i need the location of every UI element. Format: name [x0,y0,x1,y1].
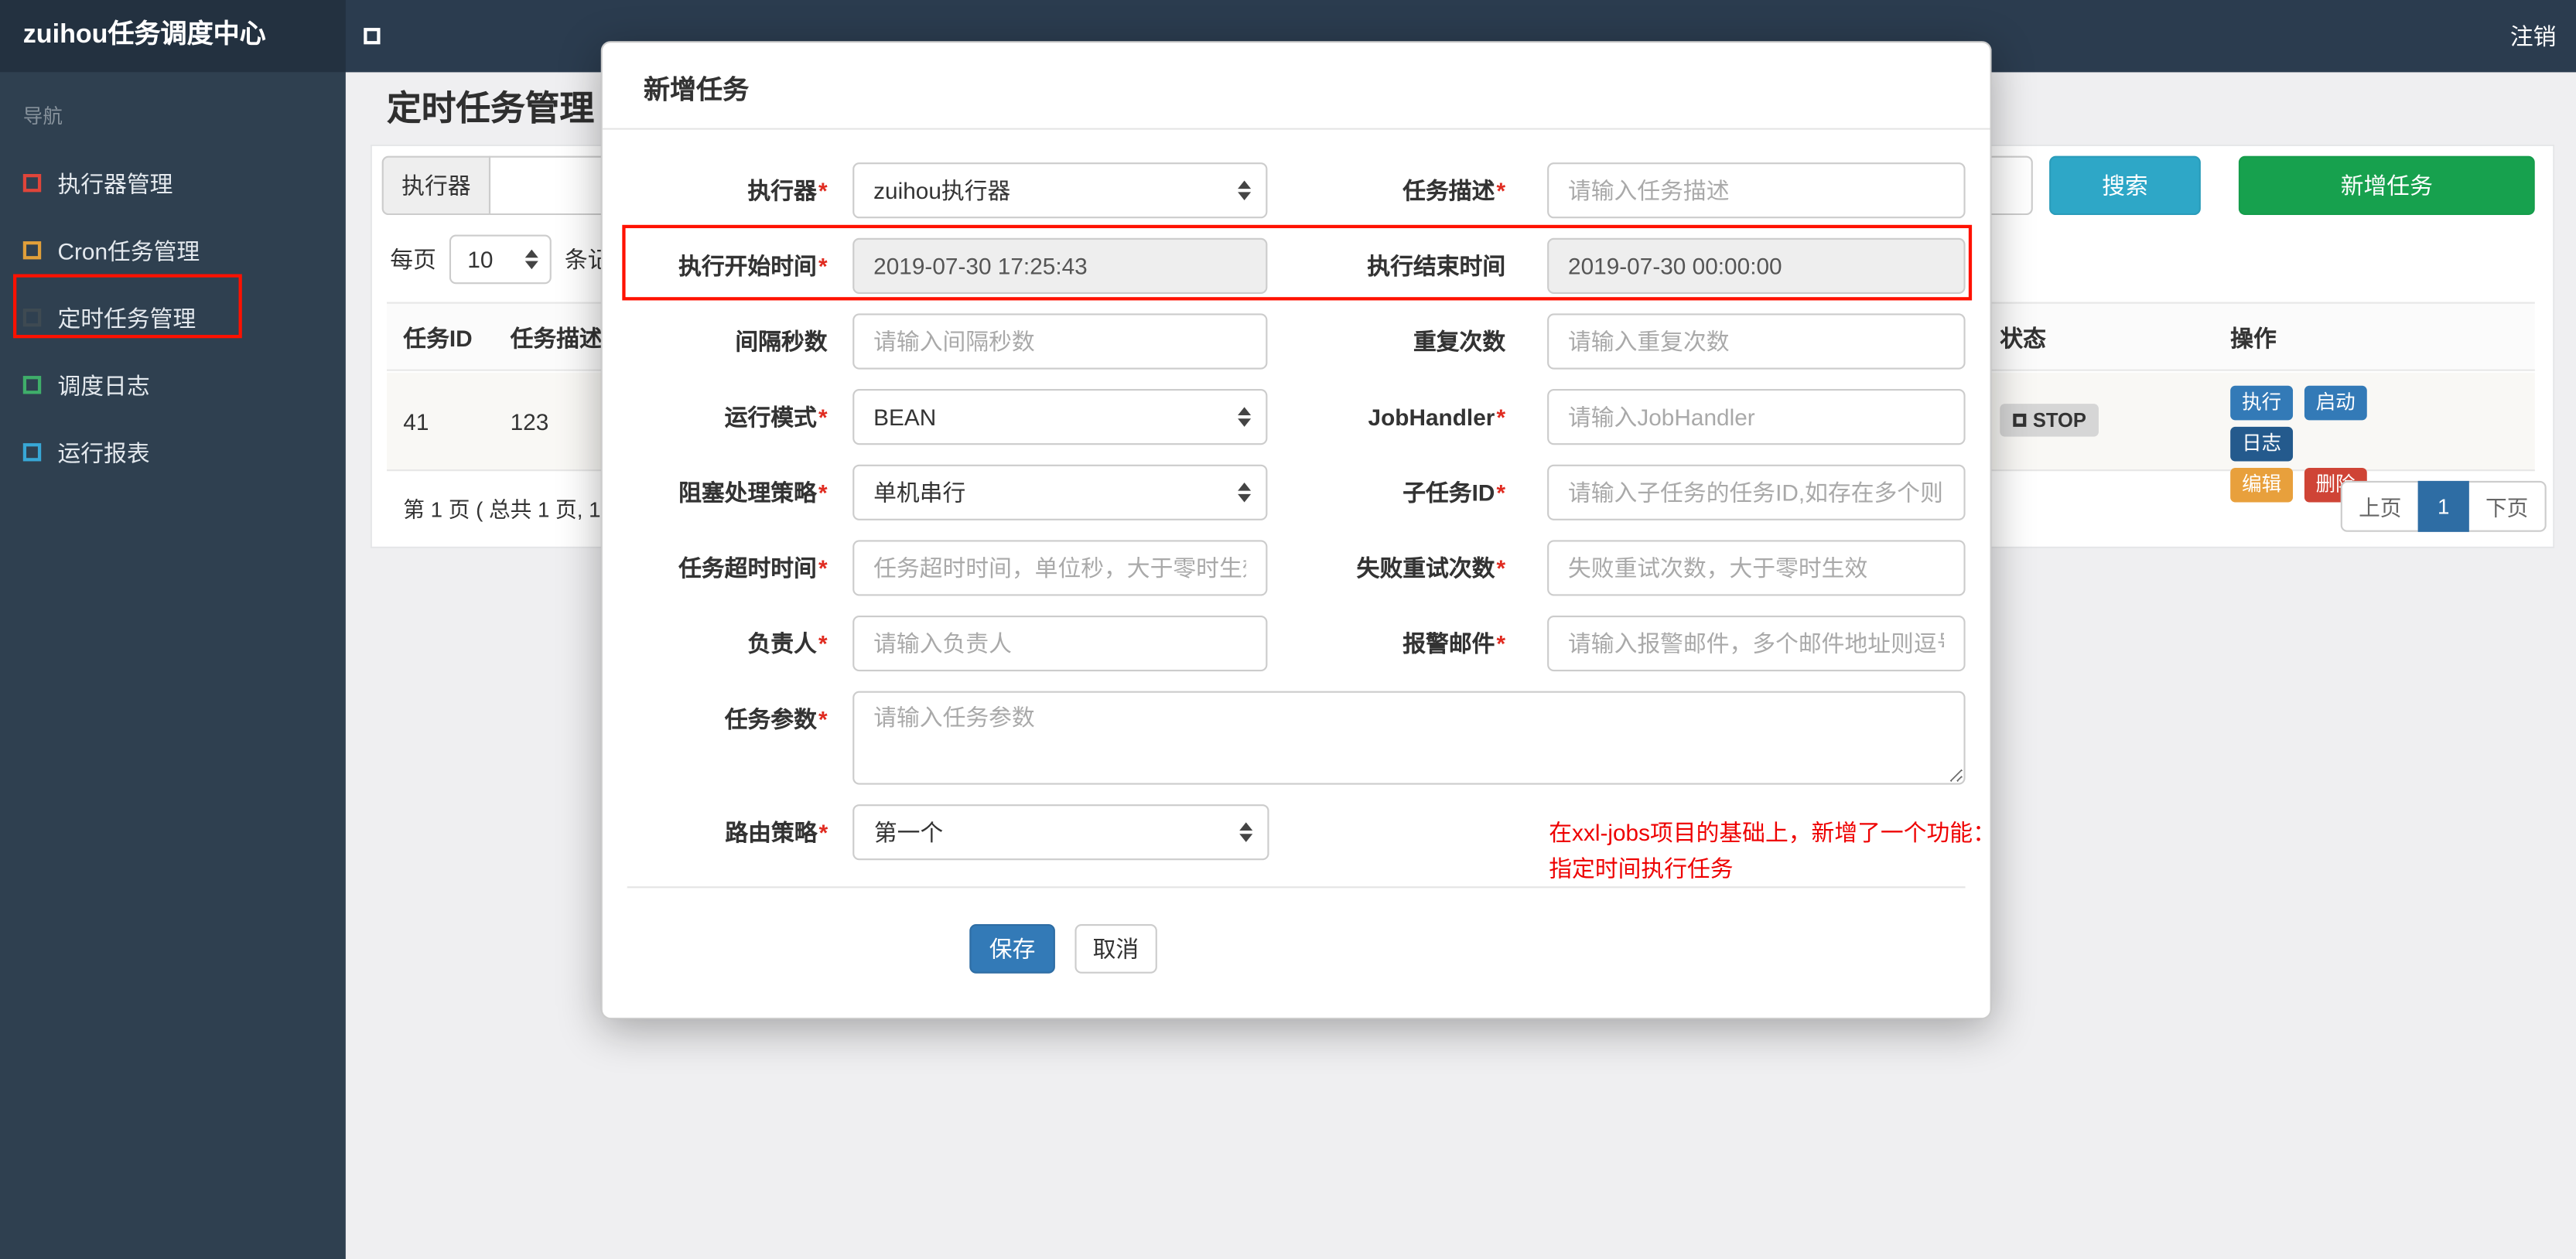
status-badge: STOP [2000,404,2099,437]
square-toggle-icon [364,28,381,45]
route-strategy-label: 路由策略 * [725,819,828,846]
alarm-email-input[interactable] [1546,615,1966,672]
select-arrows-icon [524,249,538,270]
alarm-email-label: 报警邮件 * [1402,630,1506,657]
job-handler-input[interactable] [1546,389,1966,445]
log-button[interactable]: 日志 [2230,426,2294,462]
current-page-button[interactable]: 1 [2417,480,2469,532]
executor-select-value: zuihou执行器 [873,177,1011,204]
status-text: STOP [2032,408,2086,432]
add-task-button[interactable]: 新增任务 [2238,155,2535,216]
block-strategy-label: 阻塞处理策略 * [678,479,828,506]
executor-label: 执行器 * [747,177,828,204]
col-task-desc: 任务描述 [510,325,603,352]
stop-square-icon [2013,413,2027,427]
job-param-label: 任务参数 * [724,705,828,732]
end-time-input[interactable] [1546,237,1966,294]
select-arrows-icon [1238,483,1252,503]
retry-label: 失败重试次数 * [1356,554,1506,582]
repeat-input[interactable] [1546,313,1966,370]
end-time-label: 执行结束时间 [1367,252,1506,279]
prev-page-button[interactable]: 上页 [2340,480,2420,532]
start-time-label: 执行开始时间 * [678,252,828,279]
owner-label: 负责人 * [747,630,828,657]
feature-note-line2: 指定时间执行任务 [1549,855,1734,882]
per-page-value: 10 [467,246,494,273]
sidebar-item-label: 定时任务管理 [57,304,196,331]
nav-section-label: 导航 [22,104,63,128]
sidebar: 导航 执行器管理 Cron任务管理 定时任务管理 调度日志 运行报表 [0,72,346,1259]
modal-title: 新增任务 [643,77,750,105]
per-page-select[interactable]: 10 [449,234,552,285]
modal-footer: 保存 取消 [627,886,1966,974]
sidebar-item-label: 调度日志 [57,371,150,398]
retry-input[interactable] [1546,540,1966,596]
timeout-input[interactable] [852,540,1268,596]
per-page-control: 每页 10 条记录 [390,234,634,285]
cancel-button[interactable]: 取消 [1074,924,1157,974]
select-arrows-icon [1238,180,1252,200]
sidebar-item-label: Cron任务管理 [57,237,200,264]
modal-body: 执行器* zuihou执行器 任务描述* 执行开始时间* 执行结束时间 间隔秒数… [603,130,1990,882]
page-title: 定时任务管理 [387,90,595,128]
run-mode-label: 运行模式 * [724,404,828,431]
cell-task-desc: 123 [510,408,549,435]
feature-note-line1: 在xxl-jobs项目的基础上，新增了一个功能： [1549,819,1992,846]
child-job-input[interactable] [1546,464,1966,520]
executor-select[interactable]: zuihou执行器 [852,162,1268,219]
select-arrows-icon [1238,407,1252,427]
timeout-label: 任务超时时间 * [678,554,828,582]
brand-title: zuihou任务调度中心 [0,0,346,73]
red-square-icon [22,173,42,193]
modal-header: 新增任务 [602,43,1990,130]
run-button[interactable]: 执行 [2230,385,2294,421]
cell-task-id: 41 [403,408,429,435]
start-button[interactable]: 启动 [2304,385,2367,421]
block-strategy-select[interactable]: 单机串行 [852,464,1268,520]
search-button[interactable]: 搜索 [2049,155,2201,216]
next-page-button[interactable]: 下页 [2467,480,2547,532]
route-strategy-select-value: 第一个 [873,819,944,846]
sidebar-item-executor-mgmt[interactable]: 执行器管理 [0,149,346,217]
col-status: 状态 [2000,325,2046,352]
job-param-textarea[interactable] [852,691,1966,785]
pagination-info: 第 1 页 ( 总共 1 页, 1 [403,497,601,522]
owner-input[interactable] [852,615,1268,672]
run-mode-select[interactable]: BEAN [852,389,1268,445]
job-desc-label: 任务描述 * [1402,177,1506,204]
feature-note: 在xxl-jobs项目的基础上，新增了一个功能： 指定时间执行任务 [1549,814,1992,886]
pagination: 上页 1 下页 [2340,480,2547,532]
save-button[interactable]: 保存 [969,924,1055,974]
start-time-input[interactable] [852,237,1268,294]
sidebar-toggle-button[interactable] [364,23,390,49]
sidebar-item-label: 执行器管理 [57,169,173,196]
child-job-label: 子任务ID * [1402,479,1506,506]
orange-square-icon [22,241,42,260]
sidebar-item-dispatch-log[interactable]: 调度日志 [0,351,346,418]
sidebar-item-timed-task-mgmt[interactable]: 定时任务管理 [0,284,346,351]
executor-filter-label: 执行器 [381,155,491,216]
sidebar-item-run-report[interactable]: 运行报表 [0,418,346,486]
app-root: zuihou任务调度中心 注销 导航 执行器管理 Cron任务管理 定时任务管理… [0,0,2576,1259]
interval-input[interactable] [852,313,1268,370]
select-arrows-icon [1239,822,1253,842]
sidebar-item-cron-mgmt[interactable]: Cron任务管理 [0,217,346,284]
repeat-label: 重复次数 [1413,328,1506,355]
edit-button[interactable]: 编辑 [2230,467,2294,503]
green-square-icon [22,376,42,394]
job-handler-label: JobHandler * [1368,404,1506,431]
blue-square-icon [22,443,42,462]
run-mode-select-value: BEAN [873,404,937,431]
sidebar-item-label: 运行报表 [57,438,150,466]
logout-link[interactable]: 注销 [2497,0,2570,72]
col-action: 操作 [2230,325,2277,352]
col-task-id: 任务ID [403,325,473,352]
route-strategy-select[interactable]: 第一个 [852,804,1269,861]
dark-square-icon [22,309,42,327]
job-desc-input[interactable] [1546,162,1966,219]
interval-label: 间隔秒数 [735,328,828,355]
add-task-modal: 新增任务 执行器* zuihou执行器 任务描述* 执行开始时间* 执行结束时间… [600,41,1992,1020]
block-strategy-select-value: 单机串行 [873,479,966,506]
per-page-prefix: 每页 [390,246,436,273]
